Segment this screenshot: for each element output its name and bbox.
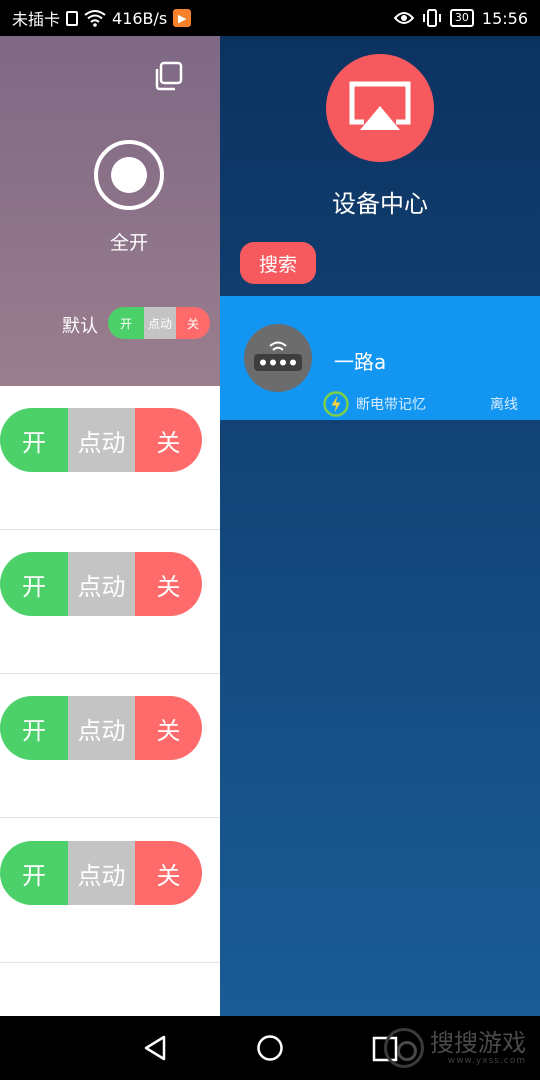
channel-row: 开 点动 关 xyxy=(0,819,220,963)
status-badge: 离线 xyxy=(490,397,518,413)
watermark-text: 搜搜游戏 xyxy=(430,1029,526,1057)
clock: 15:56 xyxy=(481,8,528,28)
jog-button[interactable]: 点动 xyxy=(68,408,135,472)
copy-icon[interactable] xyxy=(152,60,184,92)
default-label: 默认 xyxy=(62,316,98,337)
default-jog-segment[interactable]: 点动 xyxy=(144,307,176,339)
jog-button[interactable]: 点动 xyxy=(68,696,135,760)
bolt-icon xyxy=(323,391,349,417)
off-button[interactable]: 关 xyxy=(135,408,202,472)
back-icon[interactable] xyxy=(142,1034,168,1062)
wifi-icon xyxy=(84,10,106,27)
channel-row: 开 点动 关 xyxy=(0,674,220,818)
channel-switch[interactable]: 开 点动 关 xyxy=(0,841,202,905)
network-speed: 416B/s xyxy=(112,8,168,28)
battery-indicator: 30 xyxy=(449,9,474,27)
search-button[interactable]: 搜索 xyxy=(240,242,316,284)
watermark-logo-icon xyxy=(384,1028,424,1068)
channel-switch[interactable]: 开 点动 关 xyxy=(0,408,202,472)
watermark: 搜搜游戏 www.yxss.com xyxy=(384,1018,526,1078)
on-button[interactable]: 开 xyxy=(0,696,68,760)
power-memory-label: 断电带记忆 xyxy=(356,397,426,413)
channel-row: 开 点动 关 xyxy=(0,530,220,674)
on-button[interactable]: 开 xyxy=(0,408,68,472)
device-list-item[interactable]: 一路a 断电带记忆 离线 xyxy=(220,296,540,420)
carrier-text: 未插卡 xyxy=(12,10,61,29)
jog-button[interactable]: 点动 xyxy=(68,552,135,616)
channel-row: 开 点动 关 xyxy=(0,386,220,530)
device-center-drawer: 设备中心 搜索 一路a 断电带记忆 离线 xyxy=(220,36,540,1016)
default-mode-switch[interactable]: 开 点动 关 xyxy=(108,307,210,339)
on-button[interactable]: 开 xyxy=(0,841,68,905)
all-on-power-button[interactable] xyxy=(94,140,164,210)
page-title: 设备中心 xyxy=(332,190,428,218)
power-icon xyxy=(111,157,147,193)
jog-button[interactable]: 点动 xyxy=(68,841,135,905)
airplay-icon xyxy=(349,81,411,130)
eye-icon xyxy=(393,12,414,24)
media-icon: ▶ xyxy=(173,9,192,27)
channel-switch[interactable]: 开 点动 关 xyxy=(0,552,202,616)
watermark-url: www.yxss.com xyxy=(447,1056,526,1066)
router-icon xyxy=(244,324,312,392)
default-on-segment[interactable]: 开 xyxy=(108,307,144,339)
channel-switch[interactable]: 开 点动 关 xyxy=(0,696,202,760)
status-bar: 未插卡 416B/s ▶ 30 15:56 xyxy=(0,0,540,36)
vibrate-icon xyxy=(422,9,441,27)
off-button[interactable]: 关 xyxy=(135,841,202,905)
off-button[interactable]: 关 xyxy=(135,696,202,760)
sim-icon xyxy=(66,10,79,26)
control-header: 全开 默认 开 点动 关 xyxy=(0,36,220,386)
airplay-button[interactable] xyxy=(326,54,434,162)
off-button[interactable]: 关 xyxy=(135,552,202,616)
home-icon[interactable] xyxy=(256,1034,284,1062)
on-button[interactable]: 开 xyxy=(0,552,68,616)
channel-panel: 全开 默认 开 点动 关 开 点动 关 开 点动 关 开 点动 关 开 点动 关 xyxy=(0,36,220,1016)
default-off-segment[interactable]: 关 xyxy=(176,307,210,339)
device-name: 一路a xyxy=(334,350,387,374)
